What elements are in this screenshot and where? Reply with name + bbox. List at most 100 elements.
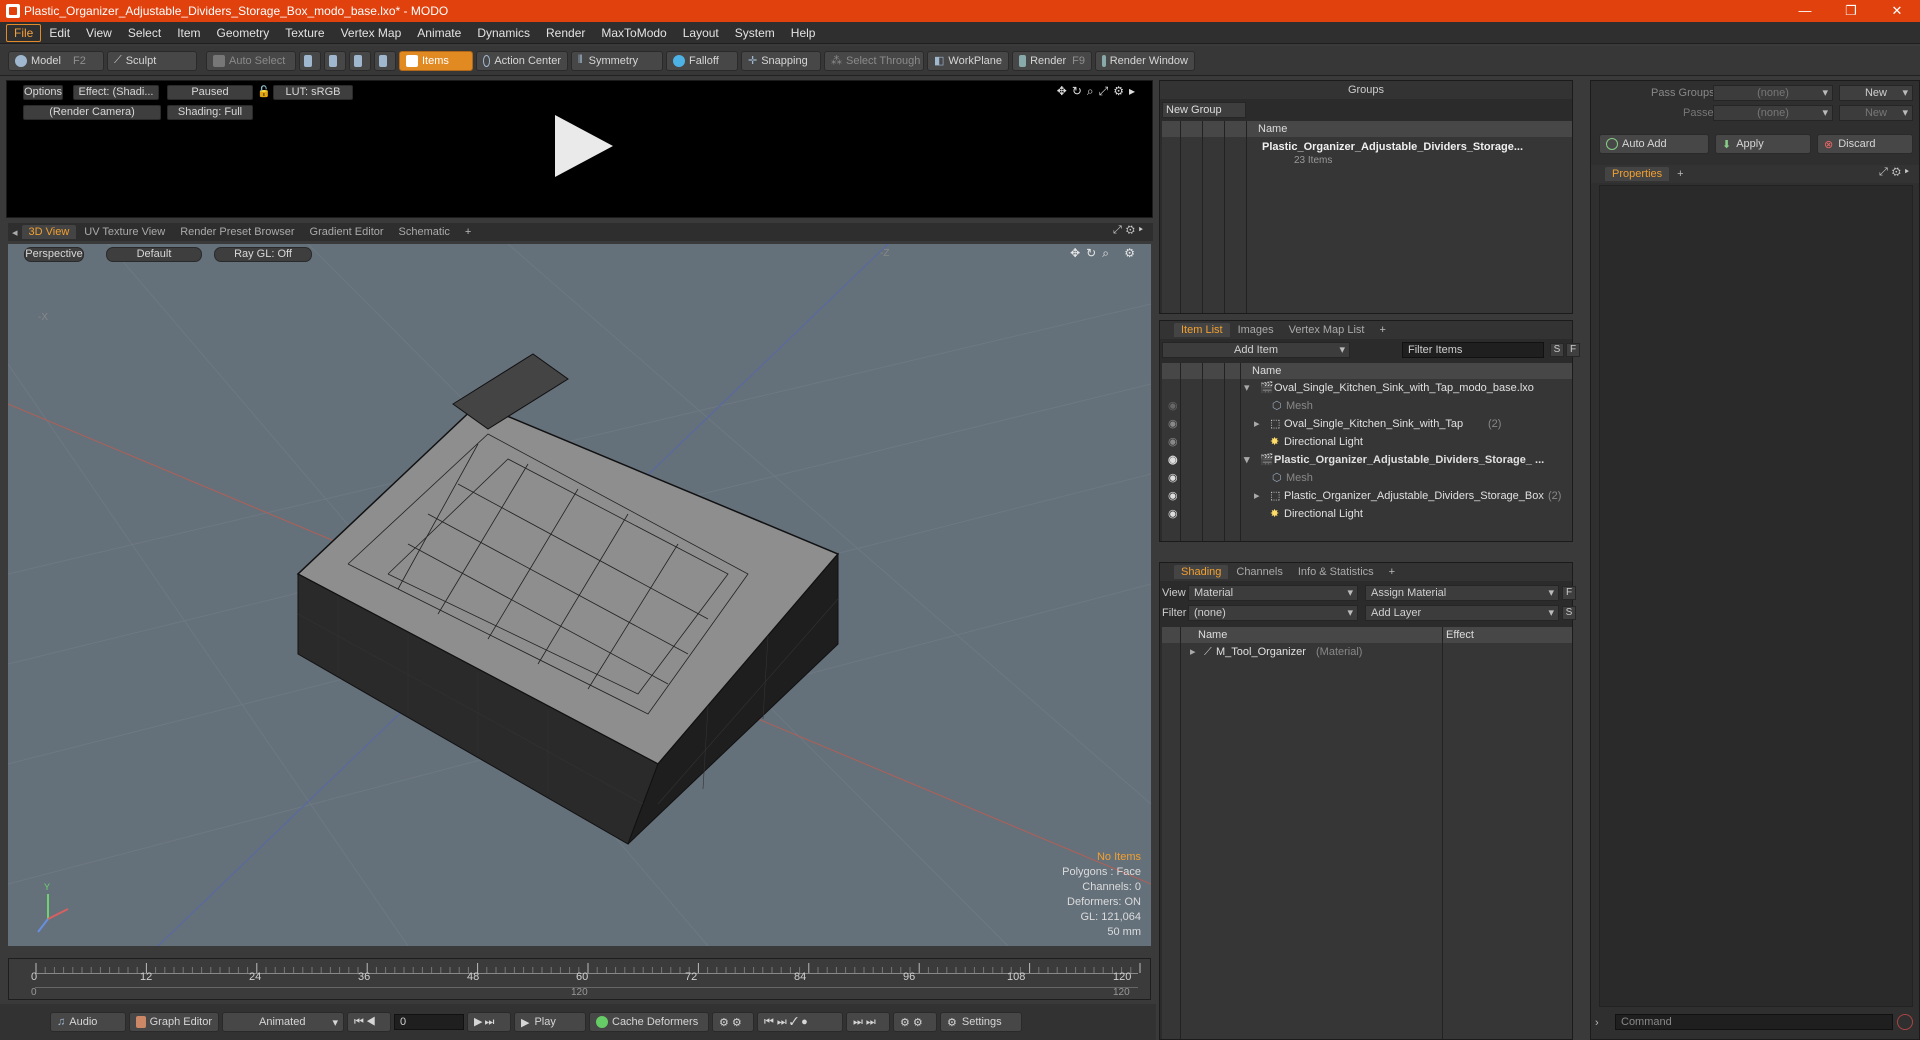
- passes-dropdown[interactable]: (none): [1713, 105, 1833, 121]
- pass-groups-dropdown[interactable]: (none): [1713, 85, 1833, 101]
- material-row[interactable]: ▸ ⟋ M_Tool_Organizer (Material): [1162, 643, 1572, 661]
- 3d-viewport[interactable]: Y Perspective Default Ray GL: Off -X -Z …: [8, 244, 1151, 946]
- model-mode-button[interactable]: Model F2: [8, 50, 104, 71]
- polygons-mode-button[interactable]: [349, 50, 371, 71]
- menu-system[interactable]: System: [727, 24, 783, 42]
- tab-3d-view[interactable]: 3D View: [21, 225, 77, 239]
- menu-geometry[interactable]: Geometry: [209, 24, 278, 42]
- menu-select[interactable]: Select: [120, 24, 169, 42]
- menu-view[interactable]: View: [78, 24, 120, 42]
- settings-button[interactable]: ⚙ Settings: [940, 1012, 1022, 1032]
- properties-options-icons[interactable]: ⤢⚙▸: [1879, 166, 1913, 179]
- sculpt-mode-button[interactable]: ⟋ Sculpt: [107, 50, 197, 71]
- menu-edit[interactable]: Edit: [41, 24, 78, 42]
- add-item-dropdown[interactable]: Add Item: [1162, 342, 1350, 358]
- list-item[interactable]: ◉ ⬡ Mesh: [1162, 397, 1572, 415]
- select-through-button[interactable]: ⁂ Select Through: [824, 50, 924, 71]
- s-button-shading[interactable]: S: [1562, 606, 1576, 620]
- range-end[interactable]: 120: [1113, 987, 1130, 998]
- menu-animate[interactable]: Animate: [409, 24, 469, 42]
- key-tools[interactable]: ⚙⚙: [712, 1012, 754, 1032]
- list-item[interactable]: ◉ ✸ Directional Light: [1162, 433, 1572, 451]
- f-button[interactable]: F: [1566, 343, 1580, 357]
- falloff-button[interactable]: Falloff: [666, 50, 738, 71]
- tab-properties[interactable]: Properties: [1605, 167, 1670, 181]
- menu-item[interactable]: Item: [169, 24, 208, 42]
- tab-render-preset-browser[interactable]: Render Preset Browser: [173, 225, 301, 239]
- range-mid[interactable]: 120: [571, 987, 588, 998]
- new-pass-button[interactable]: New: [1839, 105, 1913, 121]
- close-button[interactable]: ✕: [1874, 0, 1920, 22]
- key-set-buttons[interactable]: ⚙⚙: [893, 1012, 937, 1032]
- audio-button[interactable]: ♫ Audio: [50, 1012, 126, 1032]
- tab-images[interactable]: Images: [1231, 323, 1281, 337]
- render-camera-dropdown[interactable]: (Render Camera): [23, 105, 161, 120]
- tab-uv-texture-view[interactable]: UV Texture View: [77, 225, 172, 239]
- symmetry-button[interactable]: ⫴ Symmetry: [571, 50, 663, 71]
- f-button-shading[interactable]: F: [1562, 586, 1576, 600]
- skip-start-buttons[interactable]: ⏮◀: [347, 1012, 391, 1032]
- add-tab-button-items[interactable]: +: [1372, 323, 1392, 337]
- default-style-dropdown[interactable]: Default: [106, 247, 202, 262]
- workplane-button[interactable]: ◧ WorkPlane: [927, 50, 1009, 71]
- menu-dynamics[interactable]: Dynamics: [469, 24, 538, 42]
- command-input[interactable]: Command: [1615, 1014, 1893, 1030]
- lut-dropdown[interactable]: LUT: sRGB: [273, 85, 353, 100]
- snapping-button[interactable]: ✛ Snapping: [741, 50, 821, 71]
- menu-maxtomodo[interactable]: MaxToModo: [593, 24, 674, 42]
- tab-info-statistics[interactable]: Info & Statistics: [1291, 565, 1381, 579]
- keyframe-buttons[interactable]: ⏮⏭✓●: [757, 1012, 843, 1032]
- group-item-name[interactable]: Plastic_Organizer_Adjustable_Dividers_St…: [1262, 141, 1523, 153]
- filter-items-input[interactable]: Filter Items: [1402, 342, 1544, 358]
- new-group-button[interactable]: New Group: [1162, 102, 1246, 118]
- render-window-button[interactable]: Render Window: [1095, 50, 1195, 71]
- discard-button[interactable]: ⊗ Discard: [1817, 134, 1913, 154]
- perspective-dropdown[interactable]: Perspective: [24, 247, 84, 262]
- render-button[interactable]: Render F9: [1012, 50, 1092, 71]
- list-item[interactable]: ◉ ✸ Directional Light: [1162, 505, 1572, 523]
- vertices-mode-button[interactable]: [299, 50, 321, 71]
- filter-dropdown[interactable]: (none): [1188, 605, 1358, 621]
- tab-gradient-editor[interactable]: Gradient Editor: [303, 225, 391, 239]
- menu-file[interactable]: File: [6, 23, 42, 42]
- range-start[interactable]: 0: [31, 987, 37, 998]
- tab-shading[interactable]: Shading: [1174, 565, 1229, 579]
- materials-mode-button[interactable]: [374, 50, 396, 71]
- auto-select-button[interactable]: Auto Select: [206, 50, 296, 71]
- options-button[interactable]: Options: [23, 85, 63, 100]
- paused-button[interactable]: Paused: [167, 85, 253, 100]
- effect-dropdown[interactable]: Effect: (Shadi...: [73, 85, 159, 100]
- s-button[interactable]: S: [1550, 343, 1564, 357]
- menu-vertex-map[interactable]: Vertex Map: [333, 24, 410, 42]
- skip-end-buttons[interactable]: ▶⏭: [467, 1012, 511, 1032]
- animated-dropdown[interactable]: Animated ▾: [222, 1012, 344, 1032]
- play-icon[interactable]: [547, 111, 617, 181]
- edges-mode-button[interactable]: [324, 50, 346, 71]
- minimize-button[interactable]: —: [1782, 0, 1828, 22]
- menu-help[interactable]: Help: [783, 24, 824, 42]
- tab-options-icons[interactable]: ⤢⚙▸: [1113, 224, 1147, 237]
- list-item[interactable]: ◉ ▾ 🎬 Plastic_Organizer_Adjustable_Dividers…: [1162, 451, 1572, 469]
- list-item[interactable]: ◉ ▸ ⬚ Oval_Single_Kitchen_Sink_with_Tap (2): [1162, 415, 1572, 433]
- list-item[interactable]: ◉ ⬡ Mesh: [1162, 469, 1572, 487]
- tab-channels[interactable]: Channels: [1229, 565, 1289, 579]
- tab-item-list[interactable]: Item List: [1174, 323, 1230, 337]
- items-mode-button[interactable]: Items: [399, 50, 473, 71]
- frame-field[interactable]: 0: [394, 1014, 464, 1030]
- list-item[interactable]: ▾ 🎬 Oval_Single_Kitchen_Sink_with_Tap_modo…: [1162, 379, 1572, 397]
- add-tab-button-properties[interactable]: +: [1670, 167, 1690, 181]
- shading-dropdown[interactable]: Shading: Full: [167, 105, 253, 120]
- graph-editor-button[interactable]: Graph Editor: [129, 1012, 219, 1032]
- maximize-button[interactable]: ❐: [1828, 0, 1874, 22]
- view-dropdown[interactable]: Material: [1188, 585, 1358, 601]
- tab-vertex-map-list[interactable]: Vertex Map List: [1282, 323, 1372, 337]
- menu-layout[interactable]: Layout: [675, 24, 727, 42]
- apply-button[interactable]: ⬇ Apply: [1715, 134, 1811, 154]
- tab-schematic[interactable]: Schematic: [392, 225, 457, 239]
- add-tab-button[interactable]: +: [458, 225, 478, 239]
- new-pass-group-button[interactable]: New: [1839, 85, 1913, 101]
- play-button[interactable]: ▶ Play: [514, 1012, 586, 1032]
- assign-material-dropdown[interactable]: Assign Material: [1365, 585, 1559, 601]
- auto-add-button[interactable]: Auto Add: [1599, 134, 1709, 154]
- add-layer-dropdown[interactable]: Add Layer: [1365, 605, 1559, 621]
